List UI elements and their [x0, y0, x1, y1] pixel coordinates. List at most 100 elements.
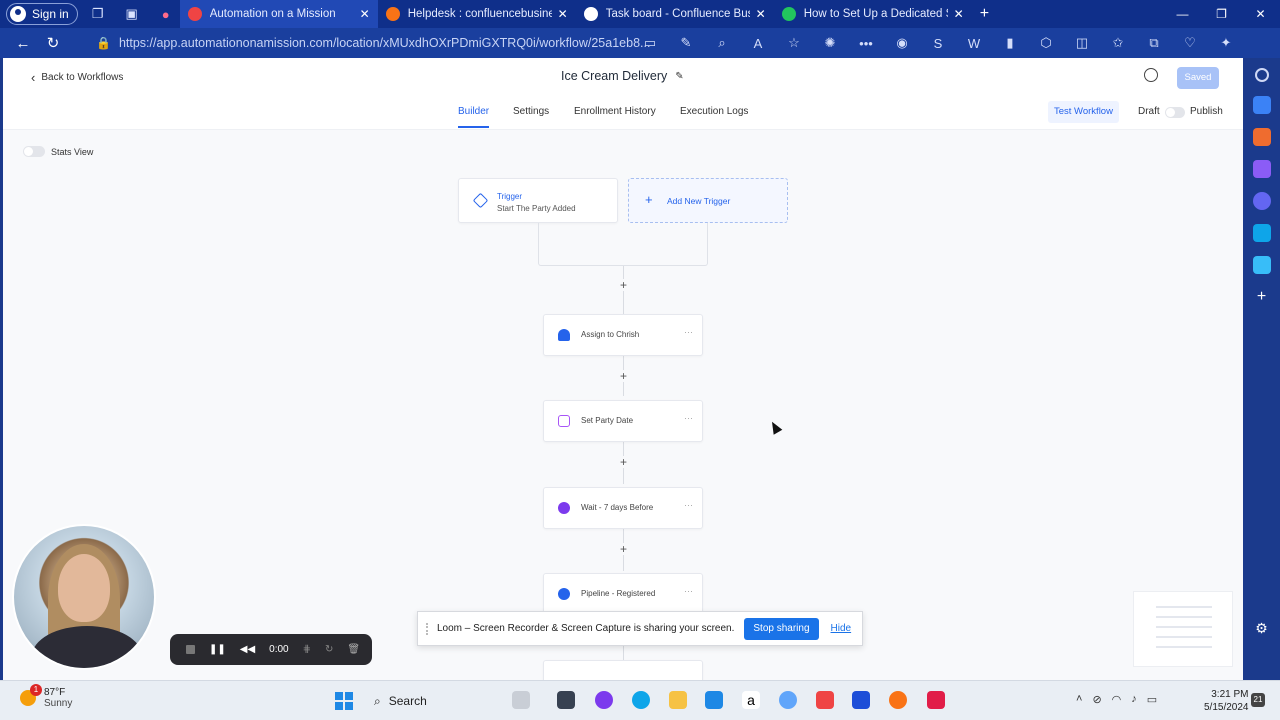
add-action-icon[interactable]: +: [617, 370, 630, 382]
search-icon[interactable]: [1254, 68, 1269, 82]
saved-button[interactable]: Saved: [1177, 67, 1219, 89]
rewind-icon[interactable]: ◀◀: [240, 644, 255, 655]
tab-actions-icon[interactable]: ▣: [118, 3, 146, 25]
chevron-up-icon[interactable]: ˄: [1076, 693, 1082, 706]
wifi-icon[interactable]: ◠: [1112, 693, 1122, 706]
close-tab-icon[interactable]: ✕: [954, 7, 964, 21]
canvas-minimap[interactable]: [1133, 591, 1233, 667]
workspaces-icon[interactable]: ❐: [84, 3, 112, 25]
extension-icon[interactable]: ✺: [812, 35, 848, 51]
stop-sharing-button[interactable]: Stop sharing: [744, 617, 819, 640]
publish-toggle[interactable]: [1165, 107, 1185, 118]
settings-icon[interactable]: ⚙: [1253, 620, 1271, 638]
file-explorer-dark-icon[interactable]: [557, 691, 575, 709]
taskbar-search[interactable]: ⌕ Search: [370, 689, 500, 713]
add-action-icon[interactable]: +: [617, 279, 630, 291]
tab-execution-logs[interactable]: Execution Logs: [680, 106, 748, 117]
color-picker-icon[interactable]: ◉: [884, 35, 920, 51]
weather-widget[interactable]: 1 87°F Sunny: [20, 684, 72, 709]
close-window-icon[interactable]: ✕: [1241, 0, 1280, 28]
url-field[interactable]: 🔒 https://app.automationonamission.com/l…: [96, 31, 650, 55]
action-card-assign[interactable]: Assign to Chrish ⋯: [543, 314, 703, 356]
delete-icon[interactable]: 🗑: [347, 644, 360, 655]
s-extension-icon[interactable]: S: [920, 36, 956, 51]
w-extension-icon[interactable]: W: [956, 36, 992, 51]
add-new-trigger-button[interactable]: + Add New Trigger: [628, 178, 788, 223]
more-icon[interactable]: •••: [848, 36, 884, 51]
tools-icon[interactable]: [1252, 128, 1271, 146]
tab-builder[interactable]: Builder: [458, 106, 490, 128]
copilot-icon[interactable]: ✦: [1208, 35, 1244, 51]
add-icon[interactable]: +: [1253, 288, 1271, 306]
firefox-icon[interactable]: [889, 691, 907, 709]
tab-settings[interactable]: Settings: [513, 106, 549, 117]
restart-icon[interactable]: ↻: [325, 644, 333, 655]
test-workflow-button[interactable]: Test Workflow: [1048, 101, 1119, 123]
tab-automation[interactable]: Automation on a Mission ✕: [179, 0, 378, 28]
drag-handle[interactable]: [426, 622, 429, 635]
toggle-switch[interactable]: [23, 146, 45, 157]
close-tab-icon[interactable]: ✕: [558, 7, 568, 21]
folder-icon[interactable]: [669, 691, 687, 709]
edit-pencil-icon[interactable]: ✎: [675, 71, 683, 82]
amazon-icon[interactable]: a: [742, 691, 760, 709]
trigger-card[interactable]: Trigger Start The Party Added: [458, 178, 618, 223]
favorite-icon[interactable]: ☆: [776, 35, 812, 51]
maximize-icon[interactable]: ❐: [1202, 0, 1241, 28]
send-icon[interactable]: [1252, 256, 1271, 274]
back-to-workflows-link[interactable]: ‹ Back to Workflows: [31, 70, 123, 85]
add-action-icon[interactable]: +: [617, 456, 630, 468]
stats-view-toggle[interactable]: Stats View: [23, 146, 93, 157]
system-clock[interactable]: 3:21 PM 5/15/2024: [1204, 688, 1249, 714]
slack-icon[interactable]: [927, 691, 945, 709]
minimize-icon[interactable]: —: [1163, 0, 1202, 28]
pen-icon[interactable]: ✎: [668, 35, 704, 51]
action-card-set-date[interactable]: Set Party Date ⋯: [543, 400, 703, 442]
tab-task-board[interactable]: Task board - Confluence Busine ✕: [576, 0, 774, 28]
notification-badge[interactable]: 21: [1251, 693, 1265, 707]
app-available-icon[interactable]: ▭: [632, 35, 668, 51]
more-options-icon[interactable]: ⋯: [684, 413, 694, 424]
add-action-icon[interactable]: +: [617, 543, 630, 555]
new-tab-icon[interactable]: +: [980, 5, 989, 23]
tag-icon[interactable]: [1252, 96, 1271, 114]
history-icon[interactable]: [1144, 68, 1158, 82]
youtube-icon[interactable]: [816, 691, 834, 709]
collections-icon[interactable]: ⧉: [1136, 35, 1172, 51]
windows-start-icon[interactable]: [335, 692, 353, 710]
tab-enrollment-history[interactable]: Enrollment History: [574, 106, 656, 117]
close-tab-icon[interactable]: ✕: [756, 7, 766, 21]
tab-how-to[interactable]: How to Set Up a Dedicated Send ✕: [774, 0, 972, 28]
pause-icon[interactable]: ❚❚: [209, 644, 226, 655]
bookmark-icon[interactable]: ▮: [992, 35, 1028, 51]
close-tab-icon[interactable]: ✕: [360, 7, 370, 21]
outlook-icon[interactable]: [1252, 224, 1271, 242]
edge-icon[interactable]: [632, 691, 650, 709]
refresh-icon[interactable]: ↻: [38, 34, 68, 52]
puzzle-icon[interactable]: ⬡: [1028, 35, 1064, 51]
grid-icon[interactable]: ⋕: [303, 644, 311, 655]
copilot-sidebar-icon[interactable]: [1252, 192, 1271, 210]
read-aloud-icon[interactable]: A: [740, 36, 776, 51]
chat-icon[interactable]: [595, 691, 613, 709]
hide-link[interactable]: Hide: [831, 623, 852, 634]
tab-helpdesk[interactable]: Helpdesk : confluencebusinesss ✕: [378, 0, 576, 28]
browser-essentials-icon[interactable]: ♡: [1172, 35, 1208, 51]
graduation-cap-icon[interactable]: [512, 691, 530, 709]
more-options-icon[interactable]: ⋯: [684, 586, 694, 597]
back-icon[interactable]: ←: [8, 35, 38, 52]
more-options-icon[interactable]: ⋯: [684, 327, 694, 338]
sign-in-button[interactable]: Sign in: [6, 3, 78, 25]
action-card-wait[interactable]: Wait - 7 days Before ⋯: [543, 487, 703, 529]
outlook-icon[interactable]: [852, 691, 870, 709]
more-options-icon[interactable]: ⋯: [684, 500, 694, 511]
split-view-icon[interactable]: ◫: [1064, 35, 1100, 51]
stop-icon[interactable]: [186, 645, 195, 654]
action-card-pipeline[interactable]: Pipeline - Registered ⋯: [543, 573, 703, 615]
action-card-next[interactable]: [543, 660, 703, 680]
zoom-icon[interactable]: ⌕: [704, 35, 740, 51]
volume-icon[interactable]: ♪: [1131, 693, 1137, 706]
webcam-bubble[interactable]: [12, 524, 156, 670]
network-off-icon[interactable]: ⊘: [1092, 693, 1101, 706]
store-icon[interactable]: [705, 691, 723, 709]
